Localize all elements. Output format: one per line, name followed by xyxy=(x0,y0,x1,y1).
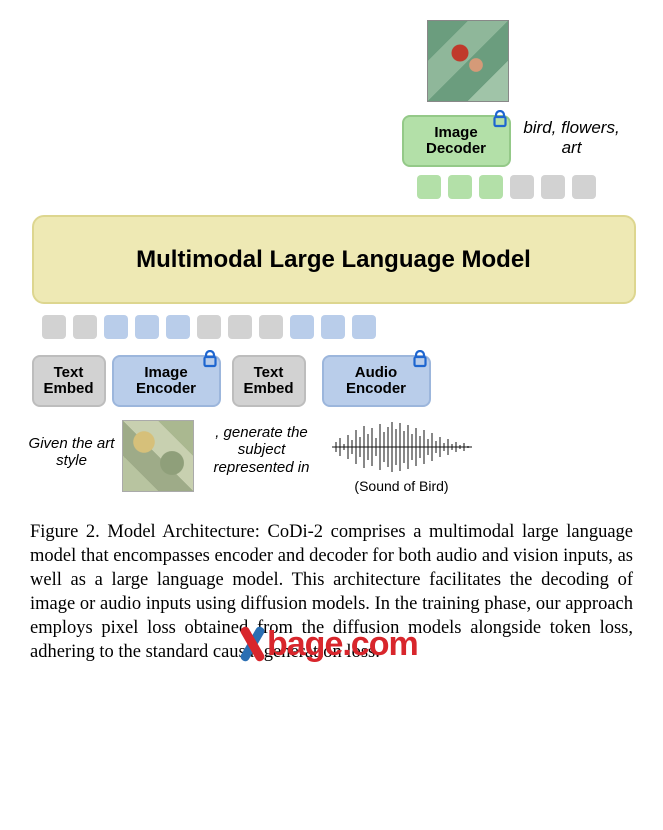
text-embed-box-2: TextEmbed xyxy=(232,355,306,407)
audio-caption: (Sound of Bird) xyxy=(332,478,472,494)
image-decoder-label: ImageDecoder xyxy=(426,125,486,158)
token xyxy=(259,315,283,339)
text-embed-box-1: TextEmbed xyxy=(32,355,106,407)
token xyxy=(321,315,345,339)
token xyxy=(104,315,128,339)
audio-encoder-label: AudioEncoder xyxy=(346,365,406,398)
generated-image xyxy=(427,20,509,102)
token xyxy=(290,315,314,339)
lock-icon xyxy=(412,350,426,364)
token xyxy=(42,315,66,339)
audio-waveform xyxy=(332,420,472,475)
token xyxy=(352,315,376,339)
text-embed-label: TextEmbed xyxy=(243,365,293,398)
mllm-label: Multimodal Large Language Model xyxy=(136,246,531,274)
token xyxy=(541,175,565,199)
lock-icon xyxy=(492,110,506,124)
token xyxy=(166,315,190,339)
token xyxy=(73,315,97,339)
mllm-box: Multimodal Large Language Model xyxy=(32,215,636,304)
token xyxy=(135,315,159,339)
text-embed-label: TextEmbed xyxy=(43,365,93,398)
token xyxy=(228,315,252,339)
caption-text: Figure 2. Model Architecture: CoDi-2 com… xyxy=(30,522,633,662)
token xyxy=(417,175,441,199)
lock-icon xyxy=(202,350,216,364)
prompt-text-1: Given the art style xyxy=(27,435,117,470)
token xyxy=(197,315,221,339)
token xyxy=(479,175,503,199)
figure-caption: Figure 2. Model Architecture: CoDi-2 com… xyxy=(30,520,633,664)
token xyxy=(572,175,596,199)
prompt-text-2: , generate the subject represented in xyxy=(197,424,327,476)
image-encoder-label: ImageEncoder xyxy=(136,365,196,398)
decoder-output-caption: bird, flowers, art xyxy=(522,118,622,157)
art-style-image xyxy=(122,420,194,492)
token xyxy=(448,175,472,199)
token xyxy=(510,175,534,199)
output-token-row xyxy=(417,175,596,199)
input-token-row xyxy=(42,315,376,339)
